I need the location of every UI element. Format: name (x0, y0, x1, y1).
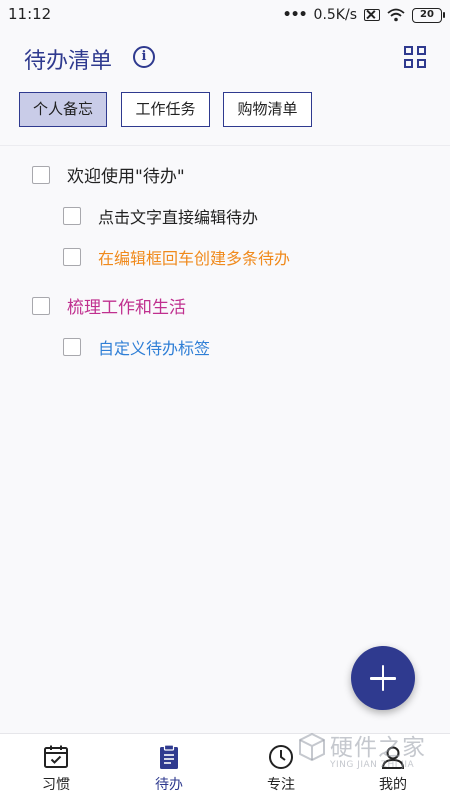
add-todo-button[interactable] (351, 646, 415, 710)
network-speed: 0.5K/s (313, 7, 357, 23)
nav-label: 待办 (155, 777, 183, 793)
todo-text[interactable]: 点击文字直接编辑待办 (98, 204, 258, 228)
todo-text[interactable]: 梳理工作和生活 (67, 293, 186, 318)
todo-text[interactable]: 自定义待办标签 (98, 335, 210, 359)
nav-todo[interactable]: 待办 (129, 742, 209, 798)
status-indicators: ••• 0.5K/s 20 (282, 5, 445, 25)
wifi-icon (387, 8, 405, 22)
watermark-logo: 硬件之家 YING JIAN ZHI JIA (298, 728, 448, 776)
todo-subitem: 自定义待办标签 (63, 335, 210, 359)
todo-text[interactable]: 在编辑框回车创建多条待办 (98, 245, 290, 269)
watermark-title: 硬件之家 (330, 735, 426, 761)
todo-checkbox[interactable] (63, 248, 81, 266)
nav-label: 习惯 (42, 777, 70, 793)
todo-checkbox[interactable] (63, 338, 81, 356)
todo-subitem: 点击文字直接编辑待办 (63, 204, 258, 228)
clock-icon (269, 745, 293, 769)
more-dots-icon: ••• (282, 7, 308, 23)
tab-work-tasks[interactable]: 工作任务 (121, 92, 210, 127)
status-bar: 11:12 ••• 0.5K/s 20 (0, 0, 450, 30)
nav-label: 我的 (379, 777, 407, 793)
todo-item: 欢迎使用"待办" (32, 162, 185, 187)
todo-subitem: 在编辑框回车创建多条待办 (63, 245, 290, 269)
todo-checkbox[interactable] (32, 165, 50, 184)
info-icon[interactable]: i (133, 46, 155, 68)
battery-icon: 20 (412, 7, 445, 23)
todo-checkbox[interactable] (63, 207, 81, 225)
category-tabs: 个人备忘 工作任务 购物清单 (0, 92, 450, 130)
grid-view-icon[interactable] (404, 46, 426, 68)
app-header: 待办清单 i (0, 30, 450, 90)
todo-text[interactable]: 欢迎使用"待办" (67, 162, 185, 187)
divider (0, 145, 450, 146)
tab-personal-memo[interactable]: 个人备忘 (19, 92, 107, 127)
nav-habits[interactable]: 习惯 (16, 742, 96, 798)
watermark-subtitle: YING JIAN ZHI JIA (330, 760, 415, 770)
page-title: 待办清单 (24, 49, 113, 74)
sim-off-icon (364, 9, 380, 21)
tab-shopping-list[interactable]: 购物清单 (223, 92, 312, 127)
calendar-check-icon (44, 745, 68, 768)
nav-label: 专注 (267, 777, 295, 793)
cube-logo-icon (299, 732, 325, 762)
clipboard-icon (160, 744, 178, 769)
todo-checkbox[interactable] (32, 296, 50, 315)
todo-item: 梳理工作和生活 (32, 293, 186, 318)
status-time: 11:12 (8, 5, 52, 23)
